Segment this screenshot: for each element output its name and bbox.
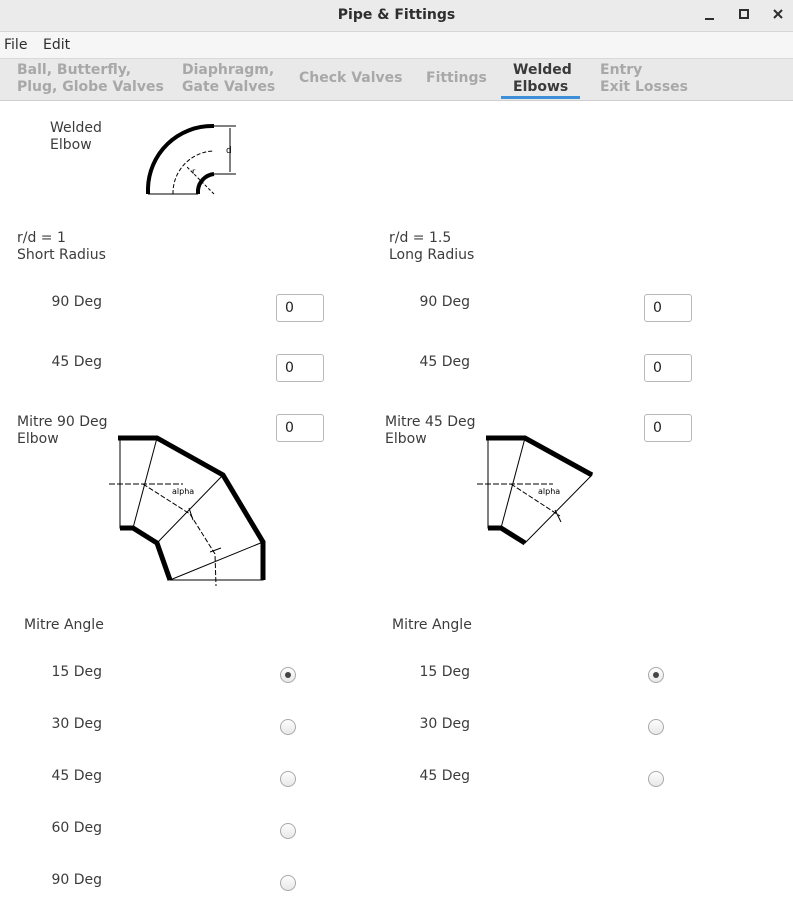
close-button[interactable] (767, 5, 789, 25)
mitre-90-option-15-radio[interactable] (280, 667, 296, 683)
mitre-45-option-15-radio[interactable] (648, 667, 664, 683)
tab-fittings[interactable]: Fittings (426, 70, 487, 87)
menu-bar (0, 32, 793, 58)
minimize-icon (705, 18, 714, 20)
long-45-deg-input[interactable] (644, 354, 692, 382)
mitre-90-option-45-radio[interactable] (280, 771, 296, 787)
long-90-deg-label: 90 Deg (419, 294, 470, 310)
mitre-90-option-90-label: 90 Deg (51, 872, 102, 888)
mitre-45-option-45-radio[interactable] (648, 771, 664, 787)
welded-elbow-diagram: d r (146, 124, 236, 195)
mitre-90-option-90-radio[interactable] (280, 875, 296, 891)
diagram-r-label: r (192, 167, 196, 176)
mitre-45-input[interactable] (644, 414, 692, 442)
long-radius-heading: r/d = 1.5 Long Radius (389, 230, 475, 263)
tab-ball-butterfly-valves[interactable]: Ball, Butterfly, Plug, Globe Valves (17, 62, 164, 96)
mitre-45-alpha-label: alpha (538, 487, 560, 496)
mitre-90-option-30-label: 30 Deg (51, 716, 102, 732)
maximize-button[interactable] (733, 5, 755, 25)
short-45-deg-input[interactable] (276, 354, 324, 382)
tab-entry-exit-losses[interactable]: Entry Exit Losses (600, 62, 688, 96)
short-90-deg-label: 90 Deg (51, 294, 102, 310)
mitre-90-elbow-diagram: alpha (109, 435, 266, 587)
mitre-90-label: Mitre 90 Deg Elbow (17, 414, 108, 447)
maximize-icon (739, 9, 749, 19)
menu-edit[interactable]: Edit (43, 32, 70, 58)
minimize-button[interactable] (699, 5, 721, 25)
mitre-45-option-15-label: 15 Deg (419, 664, 470, 680)
mitre-45-option-30-label: 30 Deg (419, 716, 470, 732)
mitre-90-option-30-radio[interactable] (280, 719, 296, 735)
mitre-90-option-60-label: 60 Deg (51, 820, 102, 836)
long-90-deg-input[interactable] (644, 294, 692, 322)
tab-check-valves[interactable]: Check Valves (299, 70, 403, 87)
mitre-90-option-15-label: 15 Deg (51, 664, 102, 680)
mitre-45-option-30-radio[interactable] (648, 719, 664, 735)
mitre-45-option-45-label: 45 Deg (419, 768, 470, 784)
diagram-d-label: d (226, 146, 232, 156)
long-45-deg-label: 45 Deg (419, 354, 470, 370)
short-90-deg-input[interactable] (276, 294, 324, 322)
tab-diaphragm-gate-valves[interactable]: Diaphragm, Gate Valves (182, 62, 275, 96)
tab-welded-elbows[interactable]: Welded Elbows (513, 62, 572, 96)
welded-elbow-label: Welded Elbow (50, 120, 102, 153)
mitre-45-angle-heading: Mitre Angle (392, 617, 472, 633)
short-45-deg-label: 45 Deg (51, 354, 102, 370)
mitre-45-elbow-diagram: alpha (477, 435, 594, 546)
short-radius-heading: r/d = 1 Short Radius (17, 230, 106, 263)
window-title: Pipe & Fittings (337, 7, 456, 23)
mitre-45-label: Mitre 45 Deg Elbow (385, 414, 476, 447)
mitre-90-angle-heading: Mitre Angle (24, 617, 104, 633)
active-tab-indicator (501, 96, 580, 99)
mitre-90-input[interactable] (276, 414, 324, 442)
menu-file[interactable]: File (4, 32, 27, 58)
close-icon (773, 9, 783, 19)
mitre-90-alpha-label: alpha (172, 487, 194, 496)
mitre-90-option-60-radio[interactable] (280, 823, 296, 839)
mitre-90-option-45-label: 45 Deg (51, 768, 102, 784)
